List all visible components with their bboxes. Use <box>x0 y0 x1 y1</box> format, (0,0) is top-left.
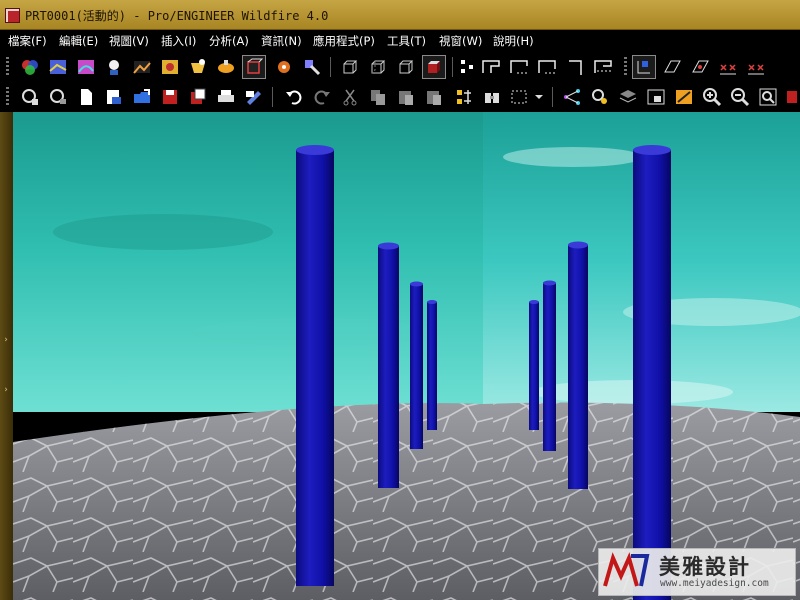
menu-applications[interactable]: 應用程式(P) <box>313 33 375 49</box>
expand-navigator-icon[interactable]: › <box>2 334 10 346</box>
chevron-down-icon[interactable] <box>532 85 546 109</box>
toolbar-separator <box>452 57 453 77</box>
spin-center-icon[interactable] <box>592 55 616 79</box>
surface-analysis-icon[interactable] <box>74 55 98 79</box>
parameters-icon[interactable] <box>588 85 612 109</box>
hidden-line-icon[interactable] <box>366 55 390 79</box>
menu-info[interactable]: 資訊(N) <box>261 33 302 49</box>
render-icon[interactable] <box>186 55 210 79</box>
menu-help[interactable]: 說明(H) <box>493 33 534 49</box>
menu-window[interactable]: 視窗(W) <box>439 33 482 49</box>
copy-icon[interactable] <box>366 85 390 109</box>
render-room-icon[interactable] <box>158 55 182 79</box>
brand-logo-icon <box>603 552 650 587</box>
layers-panel-icon[interactable] <box>616 85 640 109</box>
regenerate-icon[interactable] <box>452 85 476 109</box>
watermark: 美雅設計 www.meiyadesign.com <box>598 548 796 596</box>
pillar <box>410 281 423 449</box>
relations-icon[interactable] <box>560 85 584 109</box>
paste-special-icon[interactable] <box>422 85 446 109</box>
menu-view[interactable]: 視圖(V) <box>109 33 149 49</box>
cut-icon[interactable] <box>338 85 362 109</box>
print-icon[interactable] <box>214 85 238 109</box>
open-file-icon[interactable] <box>102 85 126 109</box>
menu-tools[interactable]: 工具(T) <box>387 33 426 49</box>
model-display-icon[interactable] <box>46 55 70 79</box>
annotation-icon[interactable] <box>564 55 588 79</box>
pillar <box>427 300 437 430</box>
paste-icon[interactable] <box>394 85 418 109</box>
app-icon[interactable] <box>5 8 20 23</box>
menu-analysis[interactable]: 分析(A) <box>209 33 249 49</box>
refit-view-icon[interactable] <box>756 85 780 109</box>
save-copy-icon[interactable] <box>186 85 210 109</box>
pillar <box>633 145 671 600</box>
menu-edit[interactable]: 編輯(E) <box>59 33 98 49</box>
wireframe-icon[interactable] <box>338 55 362 79</box>
pillar <box>378 242 399 488</box>
toolbar-separator <box>272 87 273 107</box>
menu-file[interactable]: 檔案(F) <box>8 33 47 49</box>
zoom-out-icon[interactable] <box>728 85 752 109</box>
appearance-gallery-icon[interactable] <box>18 55 42 79</box>
scene-icon[interactable] <box>130 55 154 79</box>
select-box-icon[interactable] <box>508 85 532 109</box>
title-bar[interactable]: PRT0001(活動的) - Pro/ENGINEER Wildfire 4.0 <box>0 0 800 30</box>
toolbar-separator <box>552 87 553 107</box>
expand-browser-icon[interactable]: › <box>2 384 10 396</box>
window-title: PRT0001(活動的) - Pro/ENGINEER Wildfire 4.0 <box>25 9 329 23</box>
toolbar-separator <box>330 57 331 77</box>
pillar <box>568 241 588 489</box>
layer-icon[interactable] <box>46 85 70 109</box>
menu-insert[interactable]: 插入(I) <box>161 33 196 49</box>
light-icon[interactable] <box>102 55 126 79</box>
datum-planes-icon[interactable] <box>456 55 480 79</box>
show-all-icon[interactable] <box>716 55 740 79</box>
toolbar-grip[interactable] <box>6 57 9 77</box>
toolbar-top <box>0 53 800 81</box>
refit-icon[interactable] <box>688 55 712 79</box>
graphics-window[interactable] <box>13 112 800 600</box>
brand-name: 美雅設計 <box>659 554 751 579</box>
new-file-icon[interactable] <box>74 85 98 109</box>
shading-toggle-icon[interactable] <box>242 55 266 79</box>
datum-axes-icon[interactable] <box>480 55 504 79</box>
snapshot-icon[interactable] <box>644 85 668 109</box>
redo-icon[interactable] <box>310 85 334 109</box>
pillar <box>296 145 334 586</box>
toolbar-grip[interactable] <box>624 57 627 77</box>
save-view-icon[interactable] <box>784 85 800 109</box>
model-tree-icon[interactable] <box>18 85 42 109</box>
navigator-dock[interactable]: › › <box>0 112 13 600</box>
datum-points-icon[interactable] <box>508 55 532 79</box>
coord-systems-icon[interactable] <box>536 55 560 79</box>
pillar <box>543 280 556 451</box>
rendered-scene <box>13 112 800 600</box>
save-views-icon[interactable] <box>744 55 768 79</box>
find-icon[interactable] <box>480 85 504 109</box>
working-dir-icon[interactable] <box>130 85 154 109</box>
spot-light-icon[interactable] <box>272 55 296 79</box>
orient-icon[interactable] <box>632 55 656 79</box>
zoom-in-icon[interactable] <box>700 85 724 109</box>
toolbar-bottom <box>0 83 800 111</box>
send-mail-icon[interactable] <box>242 85 266 109</box>
toolbar-grip[interactable] <box>6 87 9 107</box>
previous-view-icon[interactable] <box>660 55 684 79</box>
shading-icon[interactable] <box>422 55 446 79</box>
no-hidden-icon[interactable] <box>394 55 418 79</box>
pillar <box>529 300 539 430</box>
region-render-icon[interactable] <box>214 55 238 79</box>
repaint-icon[interactable] <box>672 85 696 109</box>
menu-bar: 檔案(F) 編輯(E) 視圖(V) 插入(I) 分析(A) 資訊(N) 應用程式… <box>0 30 800 51</box>
save-icon[interactable] <box>158 85 182 109</box>
brand-url: www.meiyadesign.com <box>660 578 769 589</box>
undo-icon[interactable] <box>282 85 306 109</box>
color-editor-icon[interactable] <box>300 55 324 79</box>
